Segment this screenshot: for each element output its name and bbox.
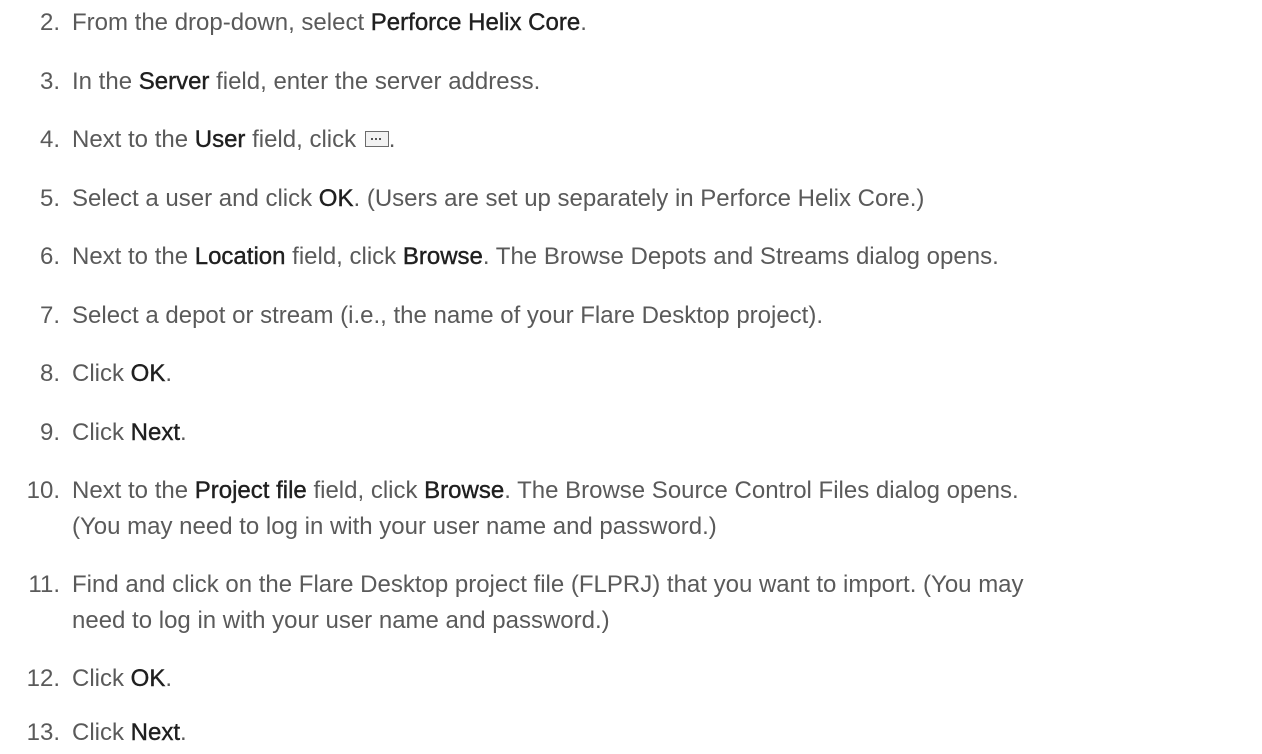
text-run: Find and click on the Flare Desktop proj… xyxy=(72,571,1024,598)
step-text: Click OK. xyxy=(72,661,1252,697)
step-number: 3. xyxy=(39,68,60,95)
step-number: 7. xyxy=(39,302,60,329)
text-run: . (Users are set up separately in Perfor… xyxy=(353,185,925,212)
step-number: 2. xyxy=(39,9,60,36)
bold-term: Browse xyxy=(424,477,505,504)
text-run: . The Browse Depots and Streams dialog o… xyxy=(482,243,999,270)
text-run: . xyxy=(180,419,187,446)
text-run: need to log in with your user name and p… xyxy=(72,607,610,634)
bold-term: OK xyxy=(318,185,354,212)
step-number: 10. xyxy=(26,477,60,504)
step-number: 4. xyxy=(39,126,60,153)
step-number: 6. xyxy=(39,243,60,270)
step-text: In the Server field, enter the server ad… xyxy=(72,64,1252,100)
step-text: Click Next. xyxy=(72,415,1252,451)
text-run: field, enter the server address. xyxy=(209,68,541,95)
text-run: Click xyxy=(72,419,131,446)
bold-term: Server xyxy=(138,68,210,95)
bold-term: Location xyxy=(194,243,286,270)
step-text: Find and click on the Flare Desktop proj… xyxy=(72,567,1252,639)
step-text: Next to the Location field, click Browse… xyxy=(72,239,1252,275)
text-run: . xyxy=(388,126,396,153)
text-run: Select a user and click xyxy=(72,185,319,212)
text-run: Select a depot or stream (i.e., the name… xyxy=(72,302,824,329)
bold-term: OK xyxy=(130,665,166,692)
bold-term: Project file xyxy=(194,477,307,504)
text-run: field, click xyxy=(306,477,425,504)
bold-term: Browse xyxy=(402,243,483,270)
text-run: . xyxy=(165,360,173,387)
bold-term: Next xyxy=(130,419,181,446)
step-number: 11. xyxy=(28,571,60,598)
bold-term: Next xyxy=(130,719,181,746)
text-run: . xyxy=(580,9,587,36)
text-run: Next to the xyxy=(72,126,195,153)
step-number: 12. xyxy=(26,665,60,692)
text-run: field, click xyxy=(285,243,403,270)
step-text: Next to the Project file field, click Br… xyxy=(72,473,1252,545)
step-text: Click Next. xyxy=(72,715,1252,751)
step-number: 9. xyxy=(39,419,60,446)
bold-term: Perforce Helix Core xyxy=(370,9,581,36)
step-number: 8. xyxy=(39,360,60,387)
step-text: Select a depot or stream (i.e., the name… xyxy=(72,298,1252,334)
text-run: field, click xyxy=(245,126,363,153)
text-run: . xyxy=(180,719,187,746)
step-number: 13. xyxy=(26,719,60,746)
step-text: Select a user and click OK. (Users are s… xyxy=(72,181,1252,217)
bold-term: User xyxy=(194,126,246,153)
text-run: From the drop-down, select xyxy=(72,9,371,36)
text-run: Click xyxy=(72,665,131,692)
step-text: From the drop-down, select Perforce Heli… xyxy=(72,5,1252,41)
ellipsis-button-icon xyxy=(364,130,389,147)
bold-term: OK xyxy=(130,360,166,387)
text-run: Next to the xyxy=(72,477,195,504)
text-run: In the xyxy=(72,68,139,95)
text-run: Click xyxy=(72,719,131,746)
text-run: Click xyxy=(72,360,131,387)
step-number: 5. xyxy=(39,185,60,212)
text-run: Next to the xyxy=(72,243,195,270)
step-text: Next to the User field, click . xyxy=(72,122,1252,158)
text-run: . The Browse Source Control Files dialog… xyxy=(504,477,1019,504)
text-run: (You may need to log in with your user n… xyxy=(72,513,717,540)
step-text: Click OK. xyxy=(72,356,1252,392)
text-run: . xyxy=(165,665,173,692)
